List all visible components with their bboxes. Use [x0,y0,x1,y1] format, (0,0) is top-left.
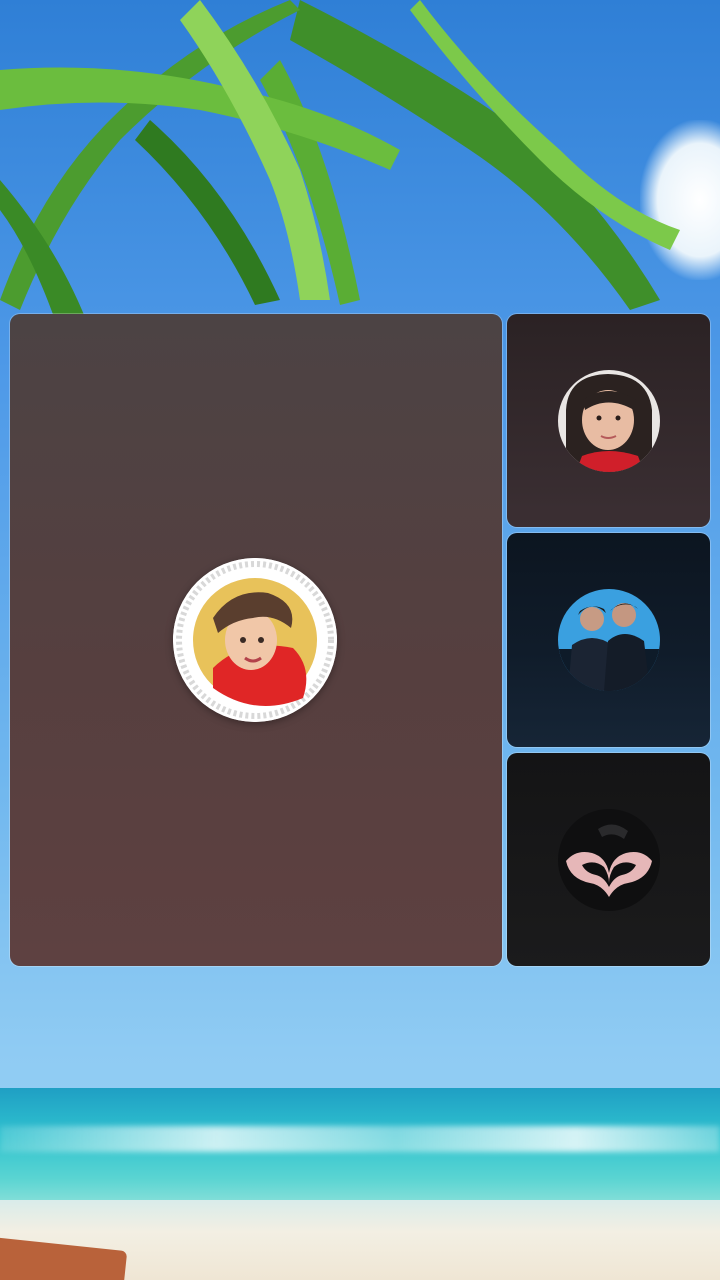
featured-participant-avatar[interactable] [173,558,337,722]
participant-avatar-2[interactable] [558,589,660,691]
wave-foam [0,1126,720,1152]
profile-photo-icon [558,370,660,472]
participant-tile-3[interactable] [507,753,710,966]
participant-tile-1[interactable] [507,314,710,527]
participant-avatar-1[interactable] [558,370,660,472]
heart-hands-icon [558,809,660,911]
featured-participant-tile[interactable] [10,314,502,966]
profile-photo-icon [173,558,337,722]
participant-avatar-3[interactable] [558,809,660,911]
profile-photo-icon [558,589,660,691]
participant-tile-2[interactable] [507,533,710,747]
